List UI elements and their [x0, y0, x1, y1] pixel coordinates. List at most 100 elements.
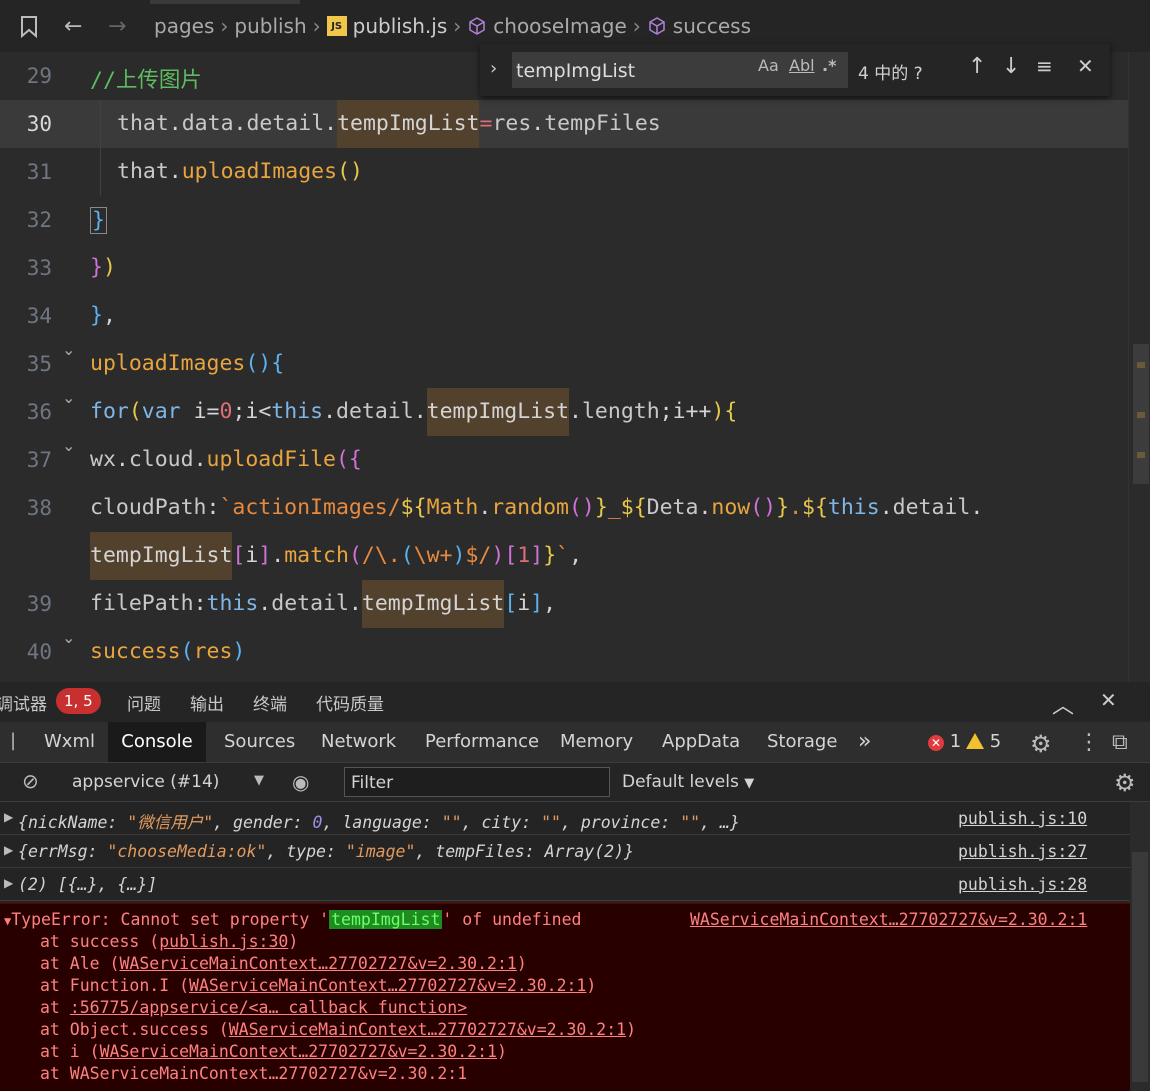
tab-code-quality[interactable]: 代码质量 [316, 690, 384, 715]
fold-chevron-icon[interactable]: ⌄ [62, 340, 75, 359]
tab-network[interactable]: Network [321, 722, 396, 762]
fold-chevron-icon[interactable]: ⌄ [62, 436, 75, 455]
stack-link[interactable]: WAServiceMainContext…27702727&v=2.30.2:1 [119, 954, 516, 973]
chevron-down-icon[interactable]: ▼ [254, 773, 264, 788]
code-text: } [90, 207, 107, 234]
breadcrumb-publish[interactable]: publish [234, 14, 306, 38]
expand-triangle-icon[interactable]: ▶ [4, 843, 13, 857]
fold-chevron-icon[interactable]: ⌄ [62, 388, 75, 407]
error-source-link[interactable]: WAServiceMainContext…27702727&v=2.30.2:1 [690, 910, 1087, 929]
error-count[interactable]: ✕ 1 [928, 722, 961, 762]
code-line: 34 }, [0, 292, 1130, 340]
code-text: }, [90, 303, 116, 328]
line-number: 35 [26, 352, 52, 376]
error-prefix: TypeError: Cannot set property ' [11, 910, 330, 929]
dock-icon[interactable]: ⧉ [1112, 730, 1128, 755]
find-in-selection-icon[interactable]: ≡ [1036, 54, 1053, 78]
warning-count[interactable]: 5 [966, 722, 1001, 762]
expand-triangle-icon[interactable]: ▶ [4, 810, 13, 824]
clear-console-icon[interactable]: ⊘ [22, 769, 39, 793]
error-icon: ✕ [928, 735, 944, 751]
more-vertical-icon[interactable]: ⋮ [1078, 730, 1100, 755]
breadcrumb-file[interactable]: publish.js [353, 14, 448, 38]
source-link[interactable]: publish.js:28 [958, 875, 1087, 894]
filter-input[interactable]: Filter [344, 767, 610, 797]
code-text: cloudPath:`actionImages/${Math.random()}… [90, 495, 984, 520]
tab-sources[interactable]: Sources [224, 722, 295, 762]
next-match-arrow-icon[interactable]: ↓ [1002, 54, 1020, 79]
console-message: {errMsg: "chooseMedia:ok", type: "image"… [18, 842, 634, 861]
stack-link[interactable]: publish.js:30 [159, 932, 288, 951]
fold-chevron-icon[interactable]: ⌄ [62, 628, 75, 647]
eye-icon[interactable]: ◉ [292, 770, 309, 794]
stack-link[interactable]: WAServiceMainContext…27702727&v=2.30.2:1 [100, 1042, 497, 1061]
scroll-match-marker [1137, 452, 1145, 458]
console-row[interactable]: ▶ {errMsg: "chooseMedia:ok", type: "imag… [0, 835, 1130, 868]
chevron-right-icon: › [220, 14, 229, 38]
stack-link[interactable]: WAServiceMainContext…27702727&v=2.30.2:1 [229, 1020, 626, 1039]
expand-triangle-icon[interactable]: ▶ [4, 876, 13, 890]
regex-toggle[interactable]: .* [822, 56, 836, 75]
console-filter-bar: ⊘ appservice (#14) ▼ ◉ Filter Default le… [0, 762, 1150, 802]
chevron-right-icon: › [632, 14, 641, 38]
code-line-current: 30 that.data.detail.tempImgList=res.temp… [0, 100, 1130, 148]
tab-appdata[interactable]: AppData [662, 722, 740, 762]
tab-performance[interactable]: Performance [425, 722, 539, 762]
console-output: ▶ {nickName: "微信用户", gender: 0, language… [0, 802, 1130, 1091]
scrollbar-thumb[interactable] [1132, 852, 1148, 1082]
forward-arrow-icon[interactable]: → [108, 14, 126, 39]
code-text: filePath:this.detail.tempImgList[i], [90, 580, 556, 628]
close-icon[interactable]: ✕ [1077, 54, 1094, 78]
tab-storage[interactable]: Storage [767, 722, 837, 762]
gear-icon[interactable]: ⚙ [1030, 730, 1052, 758]
line-number: 29 [26, 64, 52, 88]
breadcrumb-chooseimage[interactable]: chooseImage [493, 14, 627, 38]
code-text: for(var i=0;i<this.detail.tempImgList.le… [90, 388, 737, 436]
previous-match-arrow-icon[interactable]: ↑ [968, 54, 986, 79]
devtools-toggle-icon[interactable]: | [10, 730, 16, 751]
code-editor[interactable]: 29 //上传图片 30 that.data.detail.tempImgLis… [0, 52, 1150, 682]
context-selector[interactable]: appservice (#14) [72, 772, 219, 792]
match-case-toggle[interactable]: Aa [758, 56, 779, 75]
code-line: 32 } [0, 196, 1130, 244]
chevron-up-icon[interactable]: ︿ [1052, 688, 1074, 720]
editor-scrollbar[interactable] [1128, 52, 1150, 682]
breadcrumb-success[interactable]: success [673, 14, 751, 38]
indent-guide [100, 100, 101, 148]
back-arrow-icon[interactable]: ← [64, 14, 82, 39]
status-badge: 1, 5 [56, 688, 101, 714]
stack-frame: at Function.I (WAServiceMainContext…2770… [40, 976, 597, 995]
code-text: uploadImages(){ [90, 351, 285, 376]
console-scrollbar[interactable] [1130, 802, 1150, 1091]
more-tabs-icon[interactable]: » [858, 722, 871, 762]
stack-frame: at :56775/appservice/<a… callback functi… [40, 998, 468, 1017]
scroll-match-marker [1137, 362, 1145, 368]
tab-output[interactable]: 输出 [190, 690, 224, 715]
error-message-block[interactable]: ▼TypeError: Cannot set property ' tempImg… [0, 903, 1130, 1091]
stack-frame: at Ale (WAServiceMainContext…27702727&v=… [40, 954, 527, 973]
source-link[interactable]: publish.js:27 [958, 842, 1087, 861]
method-cube-icon [649, 17, 665, 35]
levels-dropdown[interactable]: Default levels ▼ [622, 772, 754, 792]
breadcrumb-pages[interactable]: pages [154, 14, 214, 38]
console-row[interactable]: ▶ (2) [{…}, {…}] publish.js:28 [0, 868, 1130, 901]
find-query: tempImgList [516, 60, 636, 82]
toggle-replace-chevron-icon[interactable]: › [490, 58, 497, 79]
tab-debugger[interactable]: 调试器 [0, 690, 47, 715]
whole-word-toggle[interactable]: Abl [789, 56, 815, 75]
stack-link[interactable]: :56775/appservice/<a… callback function> [70, 998, 467, 1017]
close-panel-icon[interactable]: ✕ [1100, 688, 1117, 712]
console-settings-gear-icon[interactable]: ⚙ [1114, 769, 1136, 797]
error-heading: ▼TypeError: Cannot set property ' tempImg… [4, 910, 581, 929]
tab-wxml[interactable]: Wxml [44, 722, 95, 762]
console-row[interactable]: ▶ {nickName: "微信用户", gender: 0, language… [0, 802, 1130, 835]
stack-link[interactable]: WAServiceMainContext…27702727&v=2.30.2:1 [189, 976, 586, 995]
tab-memory[interactable]: Memory [560, 722, 633, 762]
filter-placeholder: Filter [351, 773, 394, 793]
line-number: 34 [26, 304, 52, 328]
tab-problems[interactable]: 问题 [127, 690, 161, 715]
tab-terminal[interactable]: 终端 [253, 690, 287, 715]
tab-console[interactable]: Console [108, 722, 206, 762]
source-link[interactable]: publish.js:10 [958, 809, 1087, 828]
bookmark-icon[interactable] [20, 16, 38, 38]
